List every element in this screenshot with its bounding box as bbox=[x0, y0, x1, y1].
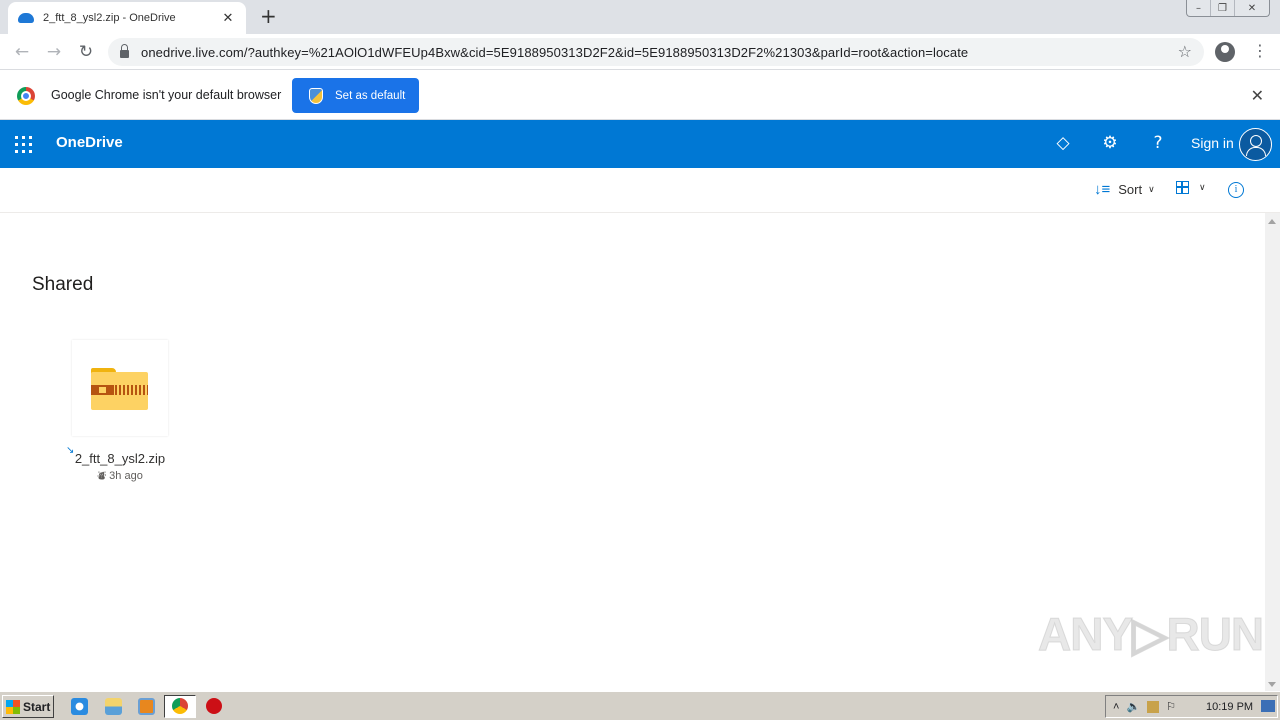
tab-title: 2_ftt_8_ysl2.zip - OneDrive bbox=[43, 12, 176, 24]
set-as-default-button[interactable]: Set as default bbox=[292, 78, 419, 113]
chrome-logo-icon bbox=[17, 87, 35, 105]
zip-folder-icon bbox=[91, 368, 149, 410]
chrome-icon bbox=[172, 698, 188, 714]
forward-button[interactable]: → bbox=[43, 42, 65, 62]
window-controls: – ❐ ✕ bbox=[1186, 0, 1270, 17]
uac-shield-icon bbox=[309, 87, 323, 104]
avatar-icon[interactable] bbox=[1239, 128, 1272, 161]
premium-diamond-icon[interactable]: ◇ bbox=[1053, 133, 1073, 153]
chrome-menu-icon[interactable]: ⋮ bbox=[1252, 42, 1268, 60]
sort-label: Sort bbox=[1118, 182, 1143, 197]
browser-tab-strip: 2_ftt_8_ysl2.zip - OneDrive ✕ + – ❐ ✕ bbox=[0, 0, 1280, 34]
action-center-flag-icon[interactable]: ⚐ bbox=[1166, 700, 1176, 713]
start-label: Start bbox=[23, 699, 51, 714]
show-desktop-icon[interactable] bbox=[1261, 700, 1275, 712]
taskbar-chrome-button[interactable] bbox=[164, 695, 196, 718]
media-player-icon[interactable] bbox=[138, 698, 155, 715]
file-name[interactable]: 2_ftt_8_ysl2.zip bbox=[72, 451, 168, 466]
profile-icon[interactable] bbox=[1215, 42, 1235, 62]
url-text[interactable]: onedrive.live.com/?authkey=%21AOlO1dWFEU… bbox=[141, 45, 968, 60]
chevron-down-icon: ∨ bbox=[1199, 182, 1206, 193]
lock-icon bbox=[120, 44, 129, 58]
clock[interactable]: 10:19 PM bbox=[1206, 701, 1253, 713]
chevron-down-icon: ∨ bbox=[1148, 184, 1155, 194]
scroll-down-icon[interactable] bbox=[1268, 682, 1276, 687]
minimize-button[interactable]: – bbox=[1187, 0, 1211, 16]
start-button[interactable]: Start bbox=[2, 695, 54, 718]
infobar-close-icon[interactable]: ✕ bbox=[1251, 86, 1264, 105]
view-options-button[interactable]: ∨ bbox=[1176, 181, 1206, 194]
onedrive-brand[interactable]: OneDrive bbox=[56, 134, 123, 151]
set-as-default-label: Set as default bbox=[335, 89, 406, 102]
address-bar[interactable]: onedrive.live.com/?authkey=%21AOlO1dWFEU… bbox=[108, 38, 1204, 66]
help-icon[interactable]: ? bbox=[1148, 133, 1168, 153]
bookmark-star-icon[interactable]: ☆ bbox=[1178, 42, 1192, 61]
show-hidden-icons-icon[interactable]: ˄ bbox=[1113, 701, 1119, 713]
onedrive-cloud-icon bbox=[18, 13, 34, 23]
windows-logo-icon bbox=[6, 699, 20, 714]
reload-button[interactable]: ↻ bbox=[75, 42, 97, 62]
grid-view-icon bbox=[1176, 181, 1189, 194]
file-meta: ⛇ 3h ago bbox=[72, 470, 168, 483]
scroll-up-icon[interactable] bbox=[1268, 219, 1276, 224]
browser-tab[interactable]: 2_ftt_8_ysl2.zip - OneDrive ✕ bbox=[8, 2, 246, 34]
default-browser-infobar: Google Chrome isn't your default browser… bbox=[0, 71, 1280, 120]
command-bar: ↓≡ Sort ∨ ∨ i bbox=[0, 168, 1280, 213]
settings-gear-icon[interactable]: ⚙ bbox=[1100, 133, 1120, 153]
file-tile[interactable] bbox=[72, 340, 168, 436]
opera-icon[interactable] bbox=[206, 698, 222, 714]
close-tab-icon[interactable]: ✕ bbox=[220, 11, 236, 26]
internet-explorer-icon[interactable] bbox=[71, 698, 88, 715]
vertical-scrollbar[interactable] bbox=[1265, 213, 1280, 691]
sort-button[interactable]: ↓≡ Sort ∨ bbox=[1094, 181, 1155, 198]
sort-icon: ↓≡ bbox=[1094, 181, 1111, 198]
restore-button[interactable]: ❐ bbox=[1211, 0, 1235, 16]
file-view: Shared ↘ 2_ftt_8_ysl2.zip ⛇ 3h ago ANY▷RU… bbox=[0, 213, 1265, 691]
page-title: Shared bbox=[32, 274, 94, 295]
file-modified: 3h ago bbox=[109, 470, 143, 482]
browser-toolbar: ← → ↻ onedrive.live.com/?authkey=%21AOlO… bbox=[0, 34, 1280, 70]
close-window-button[interactable]: ✕ bbox=[1235, 0, 1269, 16]
info-pane-icon[interactable]: i bbox=[1228, 182, 1244, 198]
shared-people-icon: ⛇ bbox=[97, 471, 107, 481]
system-tray: ˄ 🔈 ⚐ 10:19 PM bbox=[1105, 695, 1278, 718]
taskbar: Start ˄ 🔈 ⚐ 10:19 PM bbox=[0, 691, 1280, 720]
network-warning-icon[interactable] bbox=[1147, 700, 1160, 713]
sign-in-link[interactable]: Sign in bbox=[1191, 135, 1234, 151]
file-explorer-icon[interactable] bbox=[105, 698, 122, 715]
volume-icon[interactable]: 🔈 bbox=[1126, 700, 1140, 713]
anyrun-watermark: ANY▷RUN bbox=[1037, 608, 1264, 661]
new-tab-button[interactable]: + bbox=[260, 6, 277, 26]
infobar-message: Google Chrome isn't your default browser bbox=[51, 88, 282, 102]
back-button[interactable]: ← bbox=[11, 42, 33, 62]
app-launcher-icon[interactable] bbox=[15, 136, 32, 153]
onedrive-header: OneDrive ◇ ⚙ ? Sign in bbox=[0, 120, 1280, 168]
